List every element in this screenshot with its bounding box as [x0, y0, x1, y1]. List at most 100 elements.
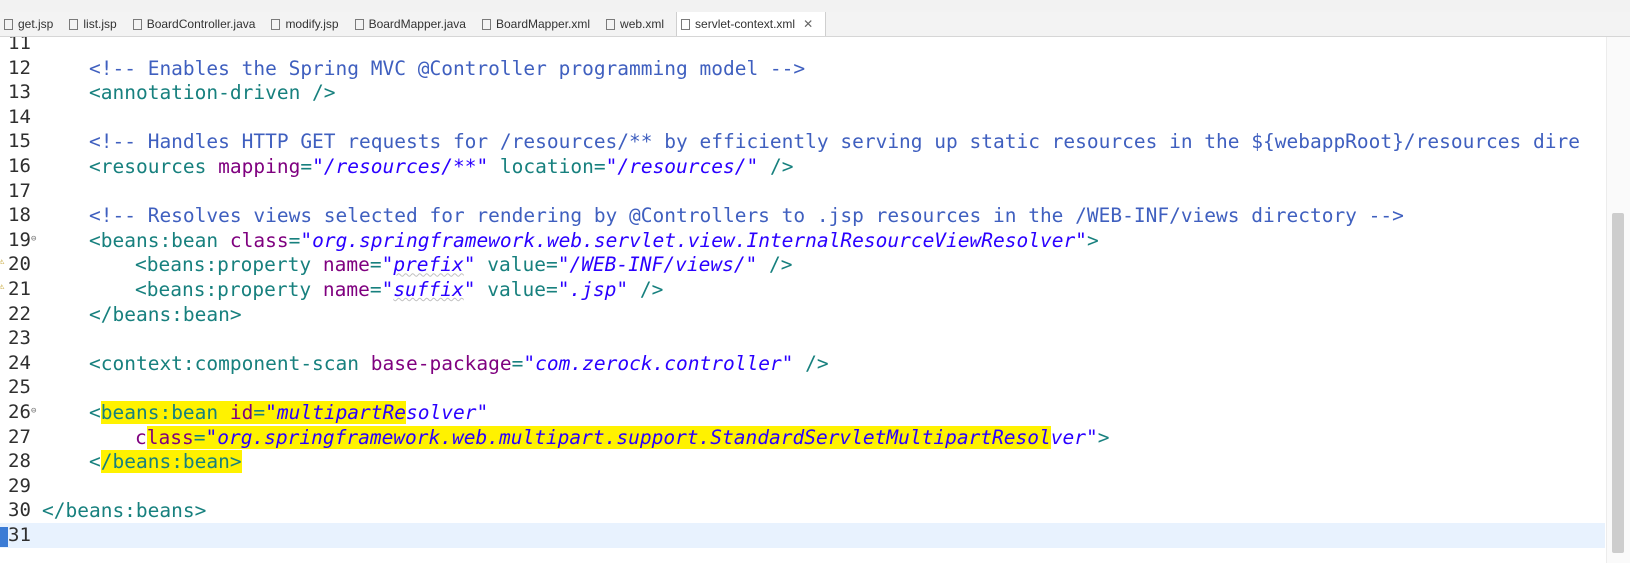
code-token: beans:bean — [100, 401, 230, 424]
fold-collapse-icon[interactable]: ⊖ — [31, 227, 36, 252]
code-line[interactable]: 18 <!-- Resolves views selected for rende… — [0, 203, 1600, 228]
tab-boardmapper-xml[interactable]: BoardMapper.xml — [478, 12, 602, 36]
line-number: 30 — [8, 499, 31, 522]
code-token: class — [229, 228, 289, 252]
code-line[interactable]: 29 — [0, 474, 1600, 499]
code-line[interactable]: 24 <context:component-scan base-package="… — [0, 351, 1600, 376]
code-token: ver" — [1050, 425, 1098, 449]
line-number: 24 — [8, 351, 31, 374]
line-number: 14 — [8, 105, 31, 128]
code-line[interactable]: 13 <annotation-driven /> — [0, 80, 1600, 105]
line-number: 21 ⚠ — [0, 277, 42, 302]
code-text: </beans:beans> — [42, 498, 206, 523]
code-token: id — [229, 401, 254, 424]
code-token: <resources — [89, 155, 219, 178]
code-text: class="org.springframework.web.multipart… — [42, 425, 1109, 450]
code-token: = — [545, 253, 558, 277]
code-token: <!-- Enables the Spring MVC @Controller … — [89, 56, 806, 80]
code-token: = — [193, 425, 206, 449]
code-line[interactable]: 25 — [0, 375, 1600, 400]
code-line[interactable]: 31 — [0, 523, 1605, 548]
line-number: 29 — [8, 474, 31, 497]
close-tab-icon[interactable]: ✕ — [803, 17, 813, 31]
code-line[interactable]: 17 — [0, 179, 1600, 204]
code-line[interactable]: 21 ⚠ <beans:property name="suffix" value="… — [0, 277, 1600, 302]
code-token: "/resources/" — [605, 155, 759, 178]
tab-label: servlet-context.xml — [695, 17, 796, 31]
line-number: 12 — [8, 56, 31, 79]
code-text: <beans:bean class="org.springframework.w… — [42, 228, 1099, 253]
line-number: 23 — [8, 327, 31, 350]
tab-modify-jsp[interactable]: modify.jsp — [267, 12, 350, 36]
line-number: 18 — [8, 204, 31, 227]
code-text: </beans:bean> — [42, 449, 242, 474]
line-number: 20 ⚠ — [0, 252, 42, 277]
tab-label: BoardMapper.xml — [495, 17, 591, 31]
tab-web-xml[interactable]: web.xml — [602, 12, 676, 36]
code-token: /> — [793, 351, 829, 375]
code-token: "/WEB-INF/views/" — [557, 253, 758, 277]
code-token: <beans:bean — [89, 228, 230, 252]
jsp-file-icon — [4, 18, 13, 30]
scrollbar-thumb[interactable] — [1612, 213, 1624, 553]
code-token: <!-- Handles HTTP GET requests for /reso… — [89, 130, 1580, 154]
code-token: > — [1086, 228, 1099, 252]
code-line[interactable]: 14 — [0, 105, 1600, 130]
tab-servlet-context-xml[interactable]: servlet-context.xml ✕ — [676, 12, 827, 36]
code-token: location — [488, 155, 594, 178]
code-token: value — [475, 253, 546, 277]
code-token: /> — [628, 278, 664, 301]
line-number: 17 — [8, 179, 31, 202]
code-token: = — [545, 278, 558, 301]
code-token: <annotation-driven /> — [89, 81, 336, 105]
warning-icon: ⚠ — [0, 282, 5, 292]
code-line[interactable]: 19 ⊖ <beans:bean class="org.springframewor… — [0, 228, 1600, 253]
tab-label: list.jsp — [83, 17, 117, 31]
code-line[interactable]: 16 <resources mapping="/resources/**" loc… — [0, 154, 1600, 179]
code-line[interactable]: 15 <!-- Handles HTTP GET requests for /re… — [0, 129, 1600, 154]
code-token: "com.zerock.controller" — [523, 351, 794, 375]
code-line[interactable]: 30 </beans:beans> — [0, 498, 1600, 523]
code-text: <!-- Enables the Spring MVC @Controller … — [42, 56, 805, 81]
jsp-file-icon — [271, 18, 281, 30]
tab-label: get.jsp — [18, 17, 54, 31]
code-token: <beans:property — [135, 253, 323, 277]
xml-file-icon — [606, 18, 616, 30]
line-number: 28 — [8, 450, 31, 473]
code-token: c — [135, 425, 147, 449]
code-line[interactable]: 27 class="org.springframework.web.multipa… — [0, 425, 1600, 450]
tab-list-jsp[interactable]: list.jsp — [65, 12, 128, 36]
tab-boardmapper-java[interactable]: BoardMapper.java — [351, 12, 478, 36]
xml-file-icon — [481, 18, 491, 30]
code-line[interactable]: 22 </beans:bean> — [0, 302, 1600, 327]
code-text: <beans:property name="suffix" value=".js… — [42, 277, 663, 302]
line-number: 25 — [8, 376, 31, 399]
code-text: <!-- Handles HTTP GET requests for /reso… — [42, 129, 1580, 154]
code-token: mapping — [218, 155, 301, 178]
code-token: base-package — [370, 351, 512, 375]
line-number: 27 — [8, 425, 31, 448]
editor-tab-bar: get.jsp list.jsp BoardController.java mo… — [0, 12, 1630, 37]
code-token: name — [322, 253, 370, 277]
code-token: = — [511, 351, 524, 375]
code-line[interactable]: 26 ⊖ <beans:bean id="multipartResolver" — [0, 400, 1600, 425]
code-line[interactable]: 23 — [0, 326, 1600, 351]
fold-collapse-icon[interactable]: ⊖ — [31, 399, 36, 424]
code-token: < — [89, 401, 101, 424]
current-line-marker — [0, 527, 8, 547]
code-token: = — [369, 253, 382, 277]
code-token: "org.springframework.web.servlet.view.In… — [300, 228, 1087, 252]
code-token: /beans:bean> — [100, 450, 242, 474]
code-token: = — [369, 278, 382, 301]
tab-get-jsp[interactable]: get.jsp — [0, 12, 65, 36]
code-line[interactable]: 20 ⚠ <beans:property name="prefix" value="… — [0, 252, 1600, 277]
code-line[interactable]: 11 — [0, 37, 1600, 56]
tab-boardcontroller-java[interactable]: BoardController.java — [129, 12, 268, 36]
code-editor[interactable]: 11 12 <!-- Enables the Spring MVC @Control… — [0, 37, 1630, 563]
code-line[interactable]: 12 <!-- Enables the Spring MVC @Controlle… — [0, 56, 1600, 81]
code-text: <context:component-scan base-package="co… — [42, 351, 829, 376]
code-token: = — [253, 401, 266, 424]
code-line[interactable]: 28 </beans:bean> — [0, 449, 1600, 474]
code-token: = — [593, 155, 606, 178]
code-token: name — [322, 278, 370, 301]
